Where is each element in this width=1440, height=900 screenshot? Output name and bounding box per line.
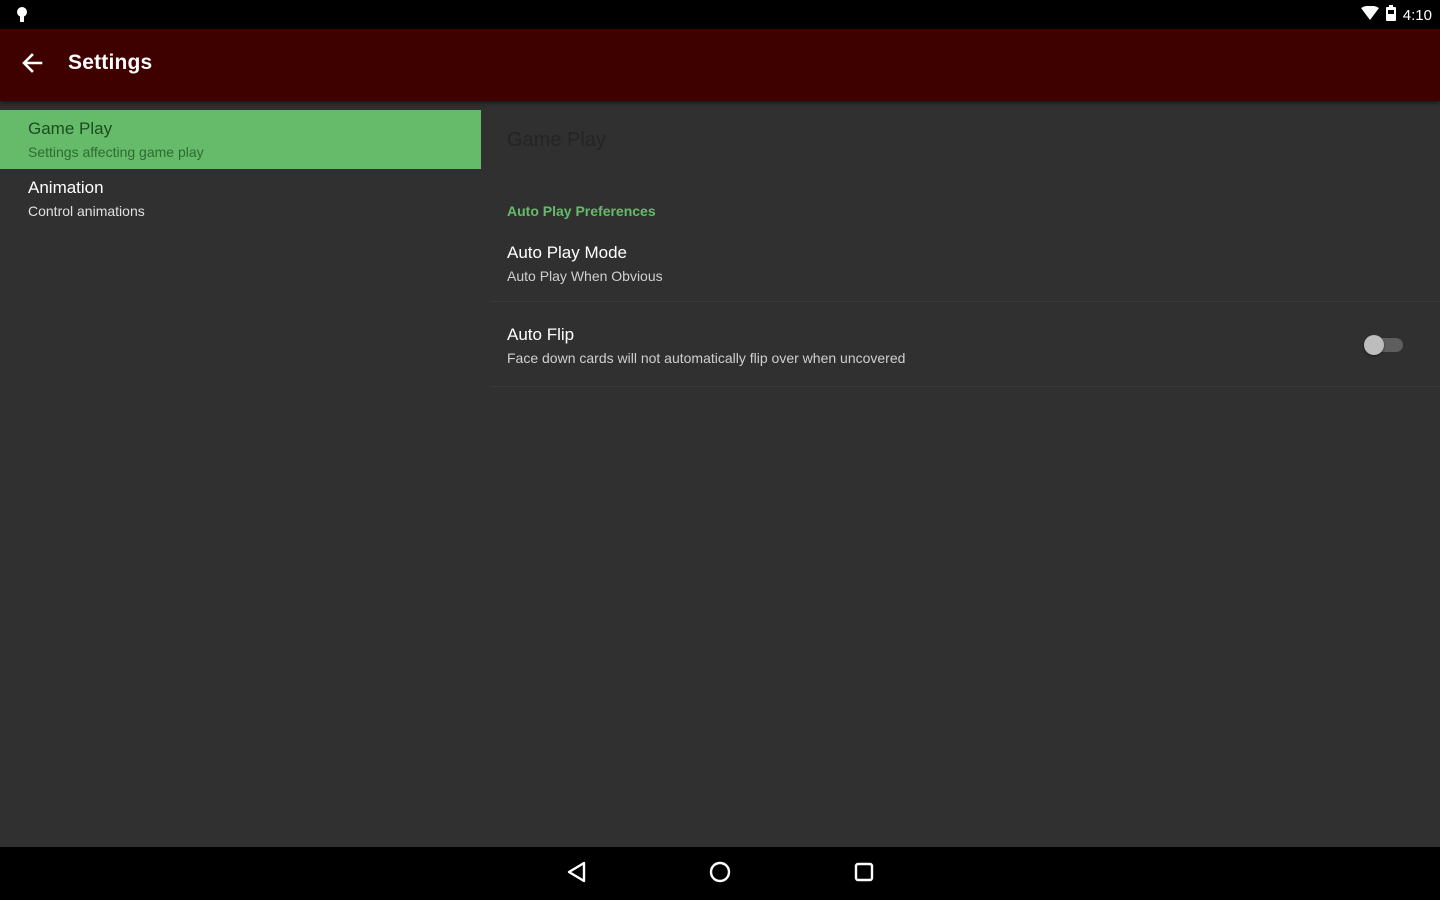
nav-back-icon <box>565 860 587 889</box>
headers-list: Game Play Settings affecting game play A… <box>0 101 482 847</box>
header-title: Animation <box>28 178 104 197</box>
arrow-back-icon <box>21 52 43 79</box>
status-icons: 4:10 <box>1360 4 1432 26</box>
pref-title: Auto Play Mode <box>507 243 628 262</box>
app-bar: Settings <box>0 29 1440 101</box>
nav-recents-button[interactable] <box>849 859 879 889</box>
status-time: 4:10 <box>1402 6 1432 24</box>
preferences-detail: Game Play Auto Play Preferences Auto Pla… <box>490 101 1440 847</box>
pref-auto-flip[interactable]: Auto Flip Face down cards will not autom… <box>490 302 1440 386</box>
nav-home-button[interactable] <box>705 859 735 889</box>
header-item-game-play[interactable]: Game Play Settings affecting game play <box>0 110 481 169</box>
pref-auto-play-mode[interactable]: Auto Play Mode Auto Play When Obvious <box>490 235 1440 301</box>
nav-recents-icon <box>853 861 875 888</box>
battery-icon <box>1385 4 1397 26</box>
divider <box>490 386 1440 387</box>
pref-summary: Auto Play When Obvious <box>507 268 663 284</box>
header-summary: Control animations <box>28 203 145 219</box>
back-button[interactable] <box>14 47 50 83</box>
switch-thumb <box>1364 335 1384 355</box>
pref-title: Auto Flip <box>507 325 575 344</box>
header-summary: Settings affecting game play <box>28 144 204 160</box>
wifi-icon <box>1360 5 1379 25</box>
notification-bulb-icon <box>14 6 30 24</box>
pref-summary: Face down cards will not automatically f… <box>507 350 906 366</box>
header-title: Game Play <box>28 119 113 138</box>
breadcrumb: Game Play <box>507 129 606 151</box>
auto-flip-switch[interactable] <box>1364 334 1404 355</box>
status-bar: 4:10 <box>0 0 1440 29</box>
nav-home-icon <box>708 860 732 889</box>
category-title: Auto Play Preferences <box>507 203 656 219</box>
header-item-animation[interactable]: Animation Control animations <box>0 169 481 228</box>
nav-back-button[interactable] <box>561 859 591 889</box>
page-title: Settings <box>68 51 153 74</box>
navigation-bar <box>0 847 1440 900</box>
settings-screen: 4:10 Settings Game Play Settings affecti… <box>0 0 1440 900</box>
